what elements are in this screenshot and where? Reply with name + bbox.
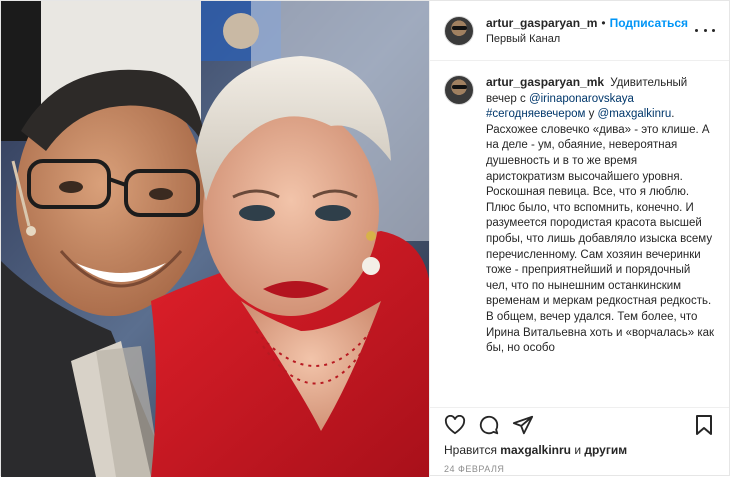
comments-section[interactable]: artur_gasparyan_mk Удивительный вечер с … <box>430 61 729 407</box>
mention-maxgalkinru-link[interactable]: @maxgalkinru <box>598 108 672 120</box>
post-actions: Нравится maxgalkinru и другим 24 февраля <box>430 407 729 477</box>
post-sidebar: artur_gasparyan_m • Подписаться Первый К… <box>429 1 729 477</box>
caption-period: . <box>671 108 675 121</box>
avatar[interactable] <box>444 15 474 46</box>
likes-user-link[interactable]: maxgalkinru <box>500 443 571 457</box>
caption-username-link[interactable]: artur_gasparyan_mk <box>486 75 604 89</box>
hashtag-link[interactable]: #сегодняевечером <box>486 108 585 120</box>
action-icons-row <box>444 408 715 442</box>
location-link[interactable]: Первый Канал <box>486 31 688 47</box>
likes-and: и <box>574 443 582 457</box>
selfie-photo-illustration <box>1 1 429 477</box>
post-date[interactable]: 24 февраля <box>444 464 715 474</box>
header-row: artur_gasparyan_m • Подписаться <box>486 15 688 31</box>
dot-3 <box>712 28 715 32</box>
dot-2 <box>703 28 707 32</box>
instagram-post: artur_gasparyan_m • Подписаться Первый К… <box>0 0 730 477</box>
separator-dot: • <box>601 15 606 30</box>
header-text: artur_gasparyan_m • Подписаться Первый К… <box>486 15 688 47</box>
heart-icon[interactable] <box>444 414 466 436</box>
post-header: artur_gasparyan_m • Подписаться Первый К… <box>430 1 729 61</box>
share-icon[interactable] <box>512 414 534 436</box>
likes-summary: Нравится maxgalkinru и другим <box>444 442 715 458</box>
dot-1 <box>695 28 698 32</box>
comment-icon[interactable] <box>478 414 500 436</box>
caption-avatar[interactable] <box>444 75 474 105</box>
caption-body-text: Расхожее словечко «дива» - это клише. А … <box>486 123 715 355</box>
mention-irinaponarovskaya-link[interactable]: @irinaponarovskaya <box>529 93 634 105</box>
likes-prefix: Нравится <box>444 443 497 457</box>
post-photo[interactable] <box>1 1 429 477</box>
follow-button[interactable]: Подписаться <box>610 16 688 30</box>
caption-text: artur_gasparyan_mk Удивительный вечер с … <box>486 75 715 357</box>
header-username-link[interactable]: artur_gasparyan_m <box>486 15 597 31</box>
caption-at: у <box>588 108 595 121</box>
bookmark-icon[interactable] <box>693 414 715 436</box>
more-options-icon[interactable] <box>695 23 715 37</box>
post-caption: artur_gasparyan_mk Удивительный вечер с … <box>444 75 715 357</box>
likes-others-link[interactable]: другим <box>584 443 627 457</box>
